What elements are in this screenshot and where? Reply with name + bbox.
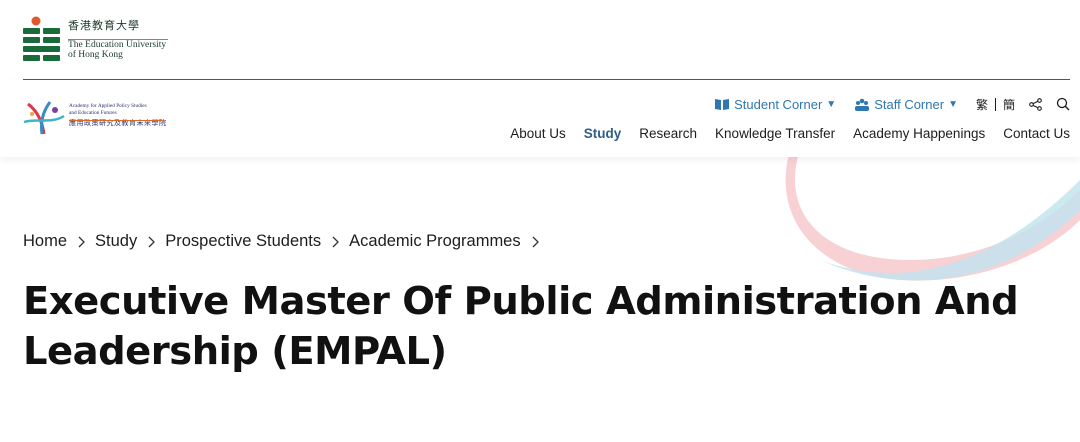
search-icon[interactable] bbox=[1056, 97, 1070, 111]
nav-about-us[interactable]: About Us bbox=[510, 126, 566, 141]
breadcrumb-prospective-students[interactable]: Prospective Students bbox=[165, 232, 321, 251]
university-name-en-1: The Education University bbox=[68, 40, 167, 50]
chevron-down-icon: ▼ bbox=[948, 98, 958, 110]
chevron-right-icon bbox=[531, 236, 539, 248]
nav-research[interactable]: Research bbox=[639, 126, 697, 141]
student-corner-label: Student Corner bbox=[734, 96, 823, 112]
chevron-down-icon: ▼ bbox=[826, 98, 837, 110]
lang-separator bbox=[994, 97, 996, 111]
book-icon bbox=[715, 98, 730, 110]
nav-academy-happenings[interactable]: Academy Happenings bbox=[853, 126, 985, 141]
breadcrumb-academic-programmes[interactable]: Academic Programmes bbox=[349, 232, 520, 251]
university-name: 香港教育大學 The Education University of Hong … bbox=[68, 20, 166, 60]
breadcrumb-study[interactable]: Study bbox=[95, 232, 137, 251]
chevron-right-icon bbox=[331, 236, 340, 248]
nav-knowledge-transfer[interactable]: Knowledge Transfer bbox=[715, 126, 835, 141]
utility-bar: Student Corner ▼ Staff Corner ▼ 繁 簡 bbox=[714, 95, 1070, 113]
academy-name-en-2: and Education Futures bbox=[69, 109, 117, 116]
breadcrumb-home[interactable]: Home bbox=[23, 232, 67, 251]
chevron-right-icon bbox=[147, 236, 156, 248]
academy-logo[interactable]: Academy for Applied Policy Studies and E… bbox=[22, 100, 172, 138]
chevron-right-icon bbox=[77, 236, 85, 248]
academy-name: Academy for Applied Policy Studies and E… bbox=[69, 103, 167, 128]
lang-traditional[interactable]: 繁 bbox=[976, 96, 988, 113]
university-name-zh: 香港教育大學 bbox=[68, 20, 140, 32]
lang-simplified[interactable]: 簡 bbox=[1003, 96, 1015, 113]
university-logo[interactable]: 香港教育大學 The Education University of Hong … bbox=[22, 16, 172, 64]
staff-corner-menu[interactable]: Staff Corner ▼ bbox=[854, 97, 958, 112]
academy-header: Academy for Applied Policy Studies and E… bbox=[0, 80, 1080, 157]
university-name-en-2: of Hong Kong bbox=[68, 50, 123, 60]
academy-logo-icon bbox=[23, 101, 65, 135]
university-bar: 香港教育大學 The Education University of Hong … bbox=[0, 0, 1080, 80]
decorative-swoosh bbox=[785, 150, 1080, 281]
page-title: Executive Master Of Public Administratio… bbox=[23, 279, 1019, 374]
logo-rule bbox=[68, 39, 168, 40]
academy-logo-rule bbox=[69, 120, 164, 121]
nav-study[interactable]: Study bbox=[584, 126, 622, 141]
breadcrumb: Home Study Prospective Students Academic… bbox=[23, 232, 549, 251]
share-icon[interactable] bbox=[1029, 97, 1042, 111]
staff-corner-label: Staff Corner bbox=[874, 96, 945, 112]
student-corner-menu[interactable]: Student Corner ▼ bbox=[714, 97, 836, 112]
main-nav: About Us Study Research Knowledge Transf… bbox=[492, 126, 1070, 141]
staff-icon bbox=[855, 98, 870, 111]
nav-contact-us[interactable]: Contact Us bbox=[1003, 126, 1070, 141]
eduhk-logo-icon bbox=[23, 16, 60, 61]
